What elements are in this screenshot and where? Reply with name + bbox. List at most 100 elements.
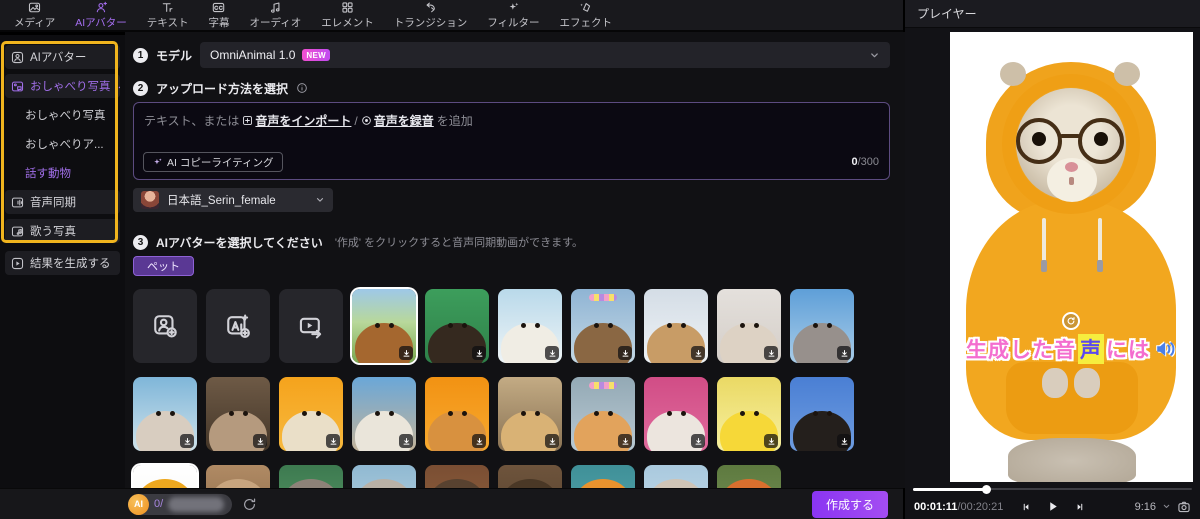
- toolbar-tab-label: オーディオ: [249, 15, 301, 30]
- download-icon[interactable]: [764, 434, 778, 448]
- download-icon[interactable]: [545, 346, 559, 360]
- player-controls: 00:01:11 / 00:20:21 9:16: [905, 494, 1200, 519]
- download-icon[interactable]: [618, 434, 632, 448]
- avatar-tile-chimpanzee[interactable]: [425, 289, 489, 363]
- slider-handle[interactable]: [982, 485, 991, 494]
- avatar-tile-donkey[interactable]: [790, 289, 854, 363]
- toolbar-tab-text[interactable]: テキスト: [137, 0, 199, 31]
- download-icon[interactable]: [180, 434, 194, 448]
- avatar-tile-mountain-dog[interactable]: [790, 377, 854, 451]
- avatar-tile-bee-cat[interactable]: [571, 377, 635, 451]
- avatar-tile-seal[interactable]: [498, 289, 562, 363]
- create-button[interactable]: 作成する: [812, 491, 888, 518]
- avatar-tile-beanie-pet[interactable]: [571, 465, 635, 488]
- ai-copywriting-button[interactable]: AI コピーライティング: [143, 152, 283, 172]
- category-tag-pet[interactable]: ペット: [133, 256, 194, 276]
- toolbar-tab-element[interactable]: エレメント: [311, 0, 384, 31]
- thumb-eye: [375, 323, 380, 328]
- record-audio-link[interactable]: 音声を録音: [361, 112, 434, 129]
- toolbar-tab-label: メディア: [14, 15, 55, 30]
- avatar-tile-cheetah[interactable]: [498, 377, 562, 451]
- toolbar-tab-subtitle[interactable]: 字幕: [198, 0, 239, 31]
- hamster-h-tip-l: [1041, 260, 1047, 272]
- download-icon[interactable]: [253, 434, 267, 448]
- avatar-tile-duckling[interactable]: [717, 377, 781, 451]
- download-icon[interactable]: [764, 346, 778, 360]
- download-icon[interactable]: [399, 434, 413, 448]
- toolbar-tab-ai-avatar[interactable]: AIアバター: [65, 0, 137, 31]
- download-icon[interactable]: [326, 434, 340, 448]
- hamster-h-eye-r: [1094, 132, 1108, 146]
- previous-frame-button[interactable]: [1021, 502, 1031, 512]
- download-icon[interactable]: [472, 434, 486, 448]
- info-icon[interactable]: [296, 82, 308, 94]
- sidebar-item-generate-results[interactable]: 結果を生成する: [5, 251, 120, 275]
- sidebar-item-singing-photo[interactable]: 歌う写真: [5, 219, 120, 243]
- download-icon[interactable]: [837, 434, 851, 448]
- hamster-h-hand-r: [1074, 368, 1100, 398]
- player-header: プレイヤー: [905, 0, 1200, 28]
- sidebar-item-label: 結果を生成する: [30, 255, 111, 271]
- toolbar-tab-media[interactable]: メディア: [4, 0, 65, 31]
- avatar-tile-monkey-palms[interactable]: [206, 465, 270, 488]
- import-audio-link[interactable]: 音声をインポート: [242, 112, 351, 129]
- avatar-tile-fox[interactable]: [717, 465, 781, 488]
- download-icon[interactable]: [472, 346, 486, 360]
- thumb-eye: [462, 411, 467, 416]
- avatar-tile-sheep-glasses[interactable]: [279, 377, 343, 451]
- sidebar-item-talking-photo-group[interactable]: おしゃべり写真: [5, 74, 120, 98]
- avatar-tile-beach-rabbit[interactable]: [133, 377, 197, 451]
- sidebar-item-voice-sync[interactable]: 音声同期: [5, 190, 120, 214]
- action-card-import-video[interactable]: [279, 289, 343, 363]
- toolbar-tab-effect[interactable]: エフェクト: [550, 0, 623, 31]
- avatar-tile-gray-cat[interactable]: [644, 465, 708, 488]
- thumb-eye: [448, 323, 453, 328]
- sidebar-item-label: おしゃべり写真: [30, 78, 111, 94]
- avatar-tile-lemur[interactable]: [425, 465, 489, 488]
- avatar-tile-seal-beach[interactable]: [352, 465, 416, 488]
- next-frame-button[interactable]: [1074, 502, 1084, 512]
- toolbar-tab-transition[interactable]: トランジション: [384, 0, 478, 31]
- thumb-crown: [589, 294, 617, 301]
- sidebar-item-talking-photo[interactable]: おしゃべり写真: [5, 103, 120, 127]
- playback-slider[interactable]: [913, 484, 1192, 494]
- avatar-tile-giraffe[interactable]: [644, 289, 708, 363]
- action-card-ai-generate[interactable]: [206, 289, 270, 363]
- sidebar-item-talking-avatar[interactable]: おしゃべりア...: [5, 132, 120, 156]
- refresh-icon[interactable]: [242, 497, 257, 512]
- download-icon[interactable]: [691, 346, 705, 360]
- toolbar-tab-filter[interactable]: フィルター: [477, 0, 549, 31]
- avatar-tile-capybara[interactable]: [571, 289, 635, 363]
- action-card-upload-photo[interactable]: [133, 289, 197, 363]
- voice-selector[interactable]: 日本語_Serin_female: [133, 188, 333, 212]
- avatar-tile-squirrel-palms[interactable]: [279, 465, 343, 488]
- aspect-ratio-selector[interactable]: 9:16: [1135, 501, 1156, 513]
- snapshot-camera-icon[interactable]: [1177, 500, 1191, 514]
- sidebar-item-talking-animals[interactable]: 話す動物: [5, 161, 120, 185]
- model-label: モデル: [156, 47, 192, 64]
- avatar-tile-cool-cat[interactable]: [425, 377, 489, 451]
- video-preview[interactable]: 生成した音声には: [950, 32, 1193, 482]
- composer-placeholder: テキスト、または 音声をインポート / 音声を録音 を追加: [144, 112, 879, 129]
- avatar-tile-gecko[interactable]: [717, 289, 781, 363]
- download-icon[interactable]: [691, 434, 705, 448]
- thumb-eye: [521, 411, 526, 416]
- avatar-tile-highland-cow[interactable]: [352, 289, 416, 363]
- avatar-tile-goat-sunglasses[interactable]: [352, 377, 416, 451]
- model-dropdown[interactable]: OmniAnimal 1.0 NEW: [200, 42, 890, 68]
- text-input-area[interactable]: テキスト、または 音声をインポート / 音声を録音 を追加 AI コピーライティ…: [133, 102, 890, 180]
- play-button[interactable]: [1046, 500, 1059, 513]
- toolbar-tab-audio[interactable]: オーディオ: [239, 0, 311, 31]
- download-icon[interactable]: [399, 346, 413, 360]
- avatar-grid-row: [133, 465, 890, 488]
- avatar-tile-hamster-hoodie[interactable]: [133, 465, 197, 488]
- sidebar-item-ai-avatar[interactable]: AIアバター: [5, 45, 120, 69]
- download-icon[interactable]: [837, 346, 851, 360]
- avatar-tile-llama-glasses[interactable]: [644, 377, 708, 451]
- download-icon[interactable]: [618, 346, 632, 360]
- thumb-eye: [667, 323, 672, 328]
- avatar-tile-hedgehog[interactable]: [498, 465, 562, 488]
- upload-method-row: 2 アップロード方法を選択: [133, 80, 890, 96]
- download-icon[interactable]: [545, 434, 559, 448]
- avatar-tile-bush-baby[interactable]: [206, 377, 270, 451]
